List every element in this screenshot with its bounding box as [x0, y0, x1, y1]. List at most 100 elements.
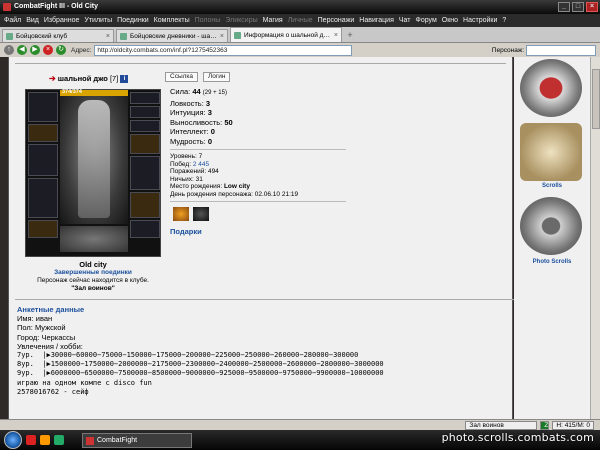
menu-elixirs[interactable]: Эликсиры: [225, 17, 257, 24]
stat-row: Сила: 44 (29 + 15): [170, 87, 227, 96]
menu-help[interactable]: ?: [502, 17, 506, 24]
helmet-slot[interactable]: [28, 92, 58, 122]
menu-view[interactable]: Вид: [26, 17, 39, 24]
menu-bar: Файл Вид Избранное Утилиты Поединки Комп…: [0, 14, 600, 27]
scrolls-link[interactable]: Scrolls: [514, 183, 590, 189]
character-level: [7]: [109, 74, 119, 83]
menu-sets[interactable]: Комплекты: [154, 17, 190, 24]
leggings-slot[interactable]: [130, 192, 160, 218]
close-tab-icon[interactable]: ×: [106, 33, 110, 40]
character-page: ➔ шальной джо [7] i Ссылка Логин 374/374: [8, 57, 515, 419]
new-tab-icon[interactable]: +: [344, 29, 356, 41]
clan-emblem-icon: [60, 226, 128, 252]
stat-row: Ловкость: 3: [170, 98, 211, 108]
gloves-slot[interactable]: [130, 134, 160, 154]
menu-forum[interactable]: Форум: [416, 17, 437, 24]
quick-launch-icon[interactable]: [26, 435, 36, 445]
refresh-icon[interactable]: ↻: [56, 45, 66, 55]
photo-scrolls-image[interactable]: [520, 197, 582, 255]
menu-fights[interactable]: Поединки: [117, 17, 149, 24]
figurine-icon[interactable]: [193, 207, 209, 221]
medal-icon[interactable]: [173, 207, 189, 221]
tab-char-info[interactable]: Информация о шальной джо ×: [230, 27, 342, 42]
close-tab-icon[interactable]: ×: [220, 33, 224, 40]
character-search-input[interactable]: [526, 44, 596, 56]
info-row: Поражений: 494: [170, 168, 219, 176]
info-row: Ничьих: 31: [170, 175, 203, 183]
scrolls-image[interactable]: [520, 123, 582, 181]
minimize-button[interactable]: _: [558, 2, 570, 12]
earrings-slot[interactable]: [130, 92, 160, 104]
menu-favorites[interactable]: Избранное: [44, 17, 79, 24]
quick-launch-icon[interactable]: [54, 435, 64, 445]
scrollbar-thumb[interactable]: [592, 69, 600, 129]
menu-characters[interactable]: Персонажи: [318, 17, 355, 24]
tab-fight-club[interactable]: Бойцовский клуб ×: [2, 29, 114, 42]
finished-fights-link[interactable]: Завершенные поединки: [25, 269, 161, 276]
rings-slot[interactable]: [130, 120, 160, 132]
menu-navigation[interactable]: Навигация: [359, 17, 394, 24]
info-badge-icon[interactable]: i: [120, 75, 129, 84]
bracers-slot[interactable]: [28, 124, 58, 142]
hobby-line: 8ур. |▶1500000−1750000−2000000−2175000−2…: [17, 360, 384, 369]
start-button[interactable]: [4, 431, 22, 449]
divider: [170, 201, 346, 202]
taskbar-item-combatfight[interactable]: CombatFight: [82, 432, 192, 448]
character-search: Персонаж:: [491, 44, 596, 56]
photo-scrolls-link[interactable]: Photo Scrolls: [514, 259, 590, 265]
character-figure: [60, 96, 128, 224]
menu-window[interactable]: Окно: [442, 17, 458, 24]
info-row: День рождения персонажа: 02.06.10 21:19: [170, 190, 299, 198]
back-icon[interactable]: ◀: [17, 45, 27, 55]
nav-bar: ↑ ◀ ▶ × ↻ Адрес: http://oldcity.combats.…: [0, 43, 600, 57]
profile-section: Анкетные данные Имя: иван Пол: Мужской Г…: [17, 305, 507, 397]
stats-block: Сила: 44 (29 + 15) Ловкость: 3 Интуиция:…: [170, 87, 340, 146]
tab-bar: Бойцовский клуб × Бойцовские дневники - …: [0, 27, 600, 43]
arrow-icon: ➔: [49, 74, 56, 83]
amulet-slot[interactable]: [130, 106, 160, 118]
forward-icon[interactable]: ▶: [30, 45, 40, 55]
menu-file[interactable]: Файл: [4, 17, 21, 24]
hobby-line: 2578016762 - сейф: [17, 387, 89, 396]
stop-icon[interactable]: ×: [43, 45, 53, 55]
close-button[interactable]: ×: [586, 2, 598, 12]
gifts-link[interactable]: Подарки: [170, 227, 202, 236]
page-icon: [6, 32, 13, 40]
maximize-button[interactable]: □: [572, 2, 584, 12]
watermark: photo.scrolls.combats.com: [441, 431, 594, 444]
vertical-scrollbar[interactable]: [590, 57, 600, 419]
room-name: "Зал воинов": [71, 285, 115, 292]
address-input[interactable]: http://oldcity.combats.com/inf.pl?127545…: [94, 44, 353, 56]
quick-launch-icon[interactable]: [40, 435, 50, 445]
info-block: Уровень: 7 Побед: 2 445 Поражений: 494 Н…: [170, 153, 370, 199]
menu-personal[interactable]: Личные: [288, 17, 313, 24]
character-search-label: Персонаж:: [491, 46, 524, 54]
shield-slot[interactable]: [130, 156, 160, 190]
profile-city: Город: Черкассы: [17, 332, 76, 342]
link-button[interactable]: Ссылка: [165, 72, 199, 82]
menu-settings[interactable]: Настройки: [463, 17, 497, 24]
up-icon[interactable]: ↑: [4, 45, 14, 55]
status-z-icon: Z: [540, 420, 550, 430]
menu-polony[interactable]: Полоны: [195, 17, 221, 24]
menu-chat[interactable]: Чат: [399, 17, 411, 24]
hp-value: 374/374: [62, 89, 82, 95]
location-text: Персонаж сейчас находится в клубе.: [37, 277, 149, 284]
login-button[interactable]: Логин: [203, 72, 231, 82]
city-name: Old city: [79, 260, 107, 269]
armor-slot[interactable]: [28, 178, 58, 218]
menu-magic[interactable]: Магия: [263, 17, 283, 24]
app-window: CombatFight III - Old City _ □ × Файл Ви…: [0, 0, 600, 450]
page-icon: [234, 31, 241, 39]
status-bar: Зал воинов Z H: 415/M: 0: [0, 419, 600, 430]
content-area: ➔ шальной джо [7] i Ссылка Логин 374/374: [0, 57, 600, 419]
hobby-line: играю на одном компе с disco fun: [17, 378, 152, 387]
boots-slot[interactable]: [130, 220, 160, 238]
fist-logo-icon[interactable]: [520, 59, 582, 117]
weapon-slot[interactable]: [28, 144, 58, 176]
tab-diaries[interactable]: Бойцовские дневники - шальной джо ×: [116, 29, 228, 42]
belt-slot[interactable]: [28, 220, 58, 238]
menu-utilities[interactable]: Утилиты: [84, 17, 112, 24]
close-tab-icon[interactable]: ×: [334, 32, 338, 39]
divider: [170, 149, 346, 150]
